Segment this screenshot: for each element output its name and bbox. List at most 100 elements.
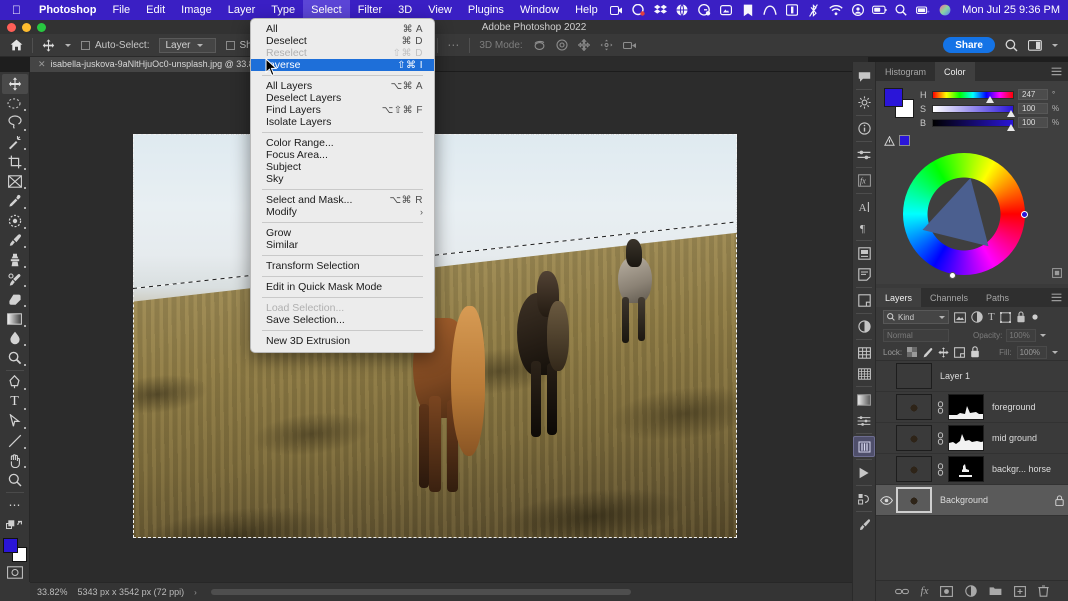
screenshot-icon[interactable]	[715, 0, 737, 20]
delete-layer-icon[interactable]	[1038, 585, 1050, 597]
auto-select-scope-select[interactable]: Layer	[154, 34, 220, 57]
menu-layer[interactable]: Layer	[220, 0, 264, 20]
menu-image[interactable]: Image	[173, 0, 220, 20]
menu-item-isolate-layers[interactable]: Isolate Layers	[251, 116, 434, 128]
layer-row-foreground[interactable]: foreground	[876, 392, 1068, 423]
eyedropper-tool[interactable]	[2, 191, 28, 211]
menu-select[interactable]: Select	[303, 0, 350, 20]
filter-pixel-icon[interactable]	[954, 311, 966, 323]
filter-smart-icon[interactable]	[1016, 311, 1026, 323]
menu-item-edit-in-quick-mask-mode[interactable]: Edit in Quick Mask Mode	[251, 281, 434, 293]
bluetooth-off-icon[interactable]	[803, 0, 825, 20]
layer-name[interactable]: Background	[935, 495, 1047, 505]
eraser-tool[interactable]	[2, 289, 28, 309]
gradient-tool[interactable]	[2, 309, 28, 329]
layer-locked-icon[interactable]	[1050, 494, 1068, 506]
marquee-tool[interactable]	[2, 94, 28, 114]
line-tool[interactable]	[2, 431, 28, 451]
notes-panel-icon[interactable]	[853, 264, 875, 285]
lock-image-icon[interactable]	[922, 347, 933, 358]
menu-file[interactable]: File	[104, 0, 138, 20]
color-mixer-panel-icon[interactable]	[853, 410, 875, 431]
menu-type[interactable]: Type	[263, 0, 303, 20]
rotate-3d-icon[interactable]	[528, 34, 551, 57]
saturation-slider[interactable]	[932, 104, 1016, 117]
layer-mask-thumbnail[interactable]	[948, 394, 984, 420]
color-wheel-hue-handle[interactable]	[1021, 211, 1028, 218]
add-mask-icon[interactable]	[940, 585, 954, 597]
tab-histogram[interactable]: Histogram	[876, 62, 936, 81]
menu-item-transform-selection[interactable]: Transform Selection	[251, 260, 434, 272]
saturation-slider-knob[interactable]	[1007, 109, 1016, 117]
menu-filter[interactable]: Filter	[350, 0, 390, 20]
quick-selection-tool[interactable]	[2, 133, 28, 153]
menu-item-deselect-layers[interactable]: Deselect Layers	[251, 92, 434, 104]
status-expand-icon[interactable]: ›	[194, 588, 197, 597]
blur-tool[interactable]	[2, 329, 28, 349]
lock-transparency-icon[interactable]	[907, 347, 918, 357]
do-not-disturb-icon[interactable]	[847, 0, 869, 20]
layer-style-icon[interactable]: fx	[921, 585, 929, 597]
menu-window[interactable]: Window	[512, 0, 567, 20]
blend-mode-select[interactable]: Normal	[883, 329, 949, 342]
filter-adjustment-icon[interactable]	[971, 311, 983, 323]
menu-view[interactable]: View	[420, 0, 460, 20]
more-options-icon[interactable]: ⋯	[442, 34, 465, 57]
new-group-icon[interactable]	[989, 586, 1002, 596]
zoom-level[interactable]: 33.82%	[37, 587, 68, 597]
tab-color[interactable]: Color	[935, 62, 975, 81]
brush-tool[interactable]	[2, 231, 28, 251]
arc-browser-icon[interactable]	[759, 0, 781, 20]
color-panel-swatches[interactable]	[884, 88, 914, 118]
color-swatches[interactable]	[2, 537, 27, 562]
control-center-icon[interactable]	[912, 0, 934, 20]
screen-recorder-icon[interactable]	[606, 0, 628, 20]
hue-value[interactable]: 247	[1018, 89, 1048, 100]
styles-panel-icon[interactable]: fx	[853, 170, 875, 191]
brightness-value[interactable]: 100	[1018, 117, 1048, 128]
tab-paths[interactable]: Paths	[977, 288, 1019, 307]
libraries-panel-icon[interactable]	[853, 243, 875, 264]
tab-channels[interactable]: Channels	[921, 288, 978, 307]
layer-mask-link-icon[interactable]	[935, 400, 945, 414]
menu-item-new-3d-extrusion[interactable]: New 3D Extrusion	[251, 335, 434, 347]
menu-item-modify[interactable]: Modify ›	[251, 206, 434, 218]
comments-panel-icon[interactable]	[853, 66, 875, 87]
globe-icon[interactable]	[671, 0, 693, 20]
menu-help[interactable]: Help	[567, 0, 606, 20]
brightness-slider-knob[interactable]	[1007, 123, 1016, 131]
bookmark-icon[interactable]	[737, 0, 759, 20]
color-panel-foreground-swatch[interactable]	[884, 88, 903, 107]
move-tool-icon[interactable]	[37, 34, 60, 57]
menu-plugins[interactable]: Plugins	[460, 0, 512, 20]
layer-mask-thumbnail[interactable]	[948, 456, 984, 482]
spot-healing-brush-tool[interactable]	[2, 211, 28, 231]
menu-item-all-layers[interactable]: All Layers ⌥⌘ A	[251, 80, 434, 92]
color-wheel[interactable]	[903, 153, 1028, 279]
menu-3d[interactable]: 3D	[390, 0, 420, 20]
menu-item-all[interactable]: All ⌘ A	[251, 23, 434, 35]
battery-icon[interactable]	[869, 0, 891, 20]
lock-artboard-icon[interactable]	[954, 346, 966, 358]
actions-panel-icon[interactable]	[853, 462, 875, 483]
layer-row-background[interactable]: Background	[876, 485, 1068, 516]
home-icon[interactable]	[0, 34, 28, 57]
menu-photoshop[interactable]: Photoshop	[31, 0, 104, 20]
crop-tool[interactable]	[2, 152, 28, 172]
move-tool[interactable]	[1, 74, 28, 94]
fill-value[interactable]: 100%	[1016, 345, 1047, 359]
layer-name[interactable]: foreground	[987, 402, 1068, 412]
opacity-caret[interactable]	[1040, 334, 1047, 337]
filter-shape-icon[interactable]	[999, 311, 1011, 323]
spotlight-search-icon[interactable]	[890, 0, 912, 20]
clone-stamp-tool[interactable]	[2, 250, 28, 270]
pen-tool[interactable]	[2, 373, 28, 393]
brushes-panel-icon[interactable]	[853, 514, 875, 535]
menu-edit[interactable]: Edit	[138, 0, 173, 20]
search-icon[interactable]	[1000, 34, 1023, 57]
gamut-warning[interactable]	[884, 135, 910, 146]
saturation-value[interactable]: 100	[1018, 103, 1048, 114]
tab-layers[interactable]: Layers	[876, 288, 922, 307]
history-brush-tool[interactable]	[2, 270, 28, 290]
layer-visibility-toggle[interactable]	[879, 495, 893, 505]
